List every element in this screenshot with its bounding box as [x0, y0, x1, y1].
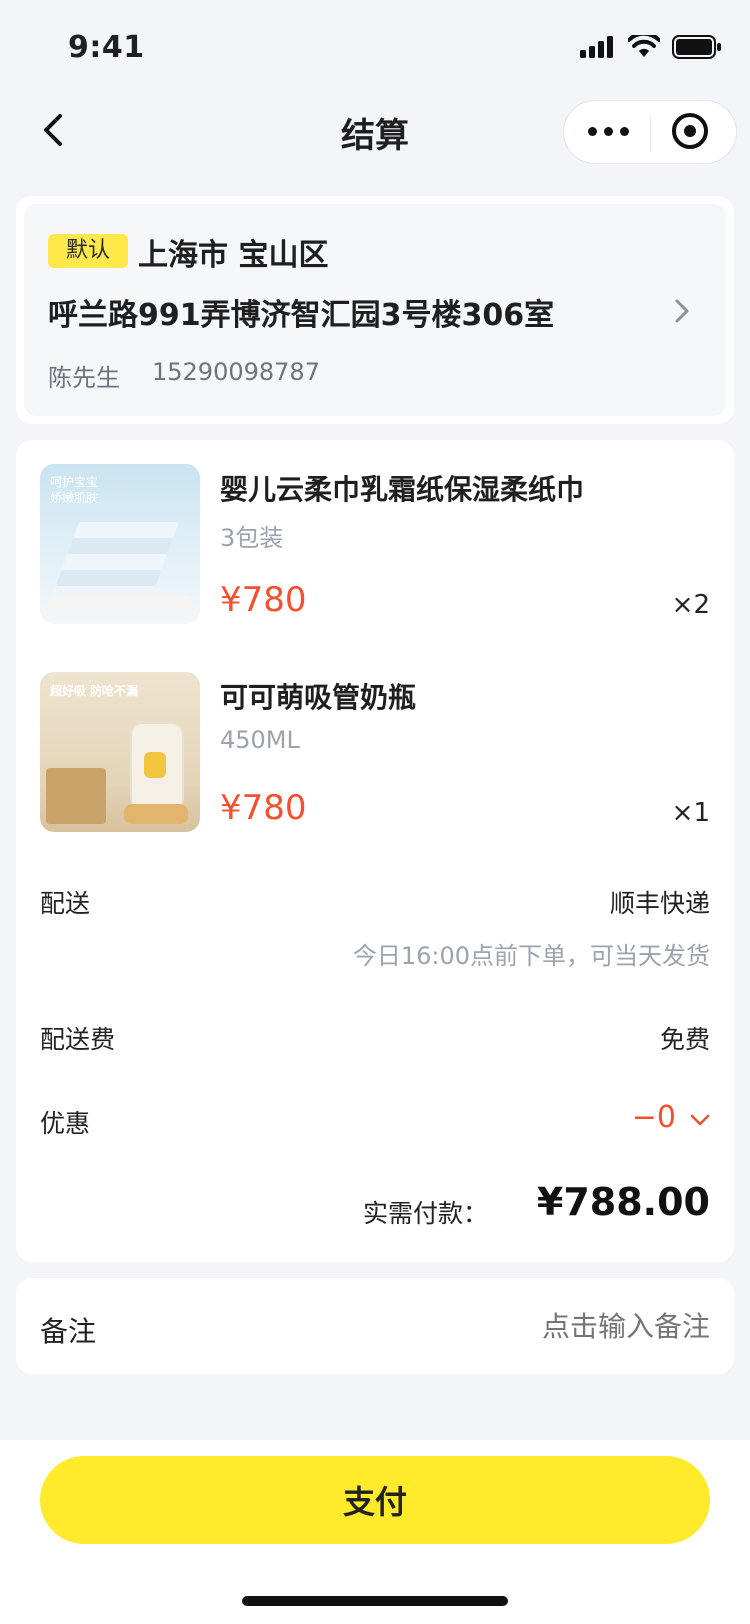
product-price: ¥780 [220, 580, 307, 620]
total-amount: ¥788.00 [536, 1180, 710, 1224]
pay-button[interactable]: 支付 [40, 1456, 710, 1544]
bottle-label-graphic [144, 752, 166, 778]
tissue-stack-graphic [73, 522, 179, 538]
discount-label: 优惠 [40, 1109, 91, 1138]
battery-icon [672, 35, 721, 59]
status-time: 9:41 [68, 30, 145, 65]
contact-phone: 15290098787 [152, 358, 320, 386]
mini-program-capsule [563, 100, 737, 164]
product-image-caption: 超好吸 防呛不漏 [50, 684, 139, 698]
home-indicator [242, 1596, 508, 1606]
remark-input[interactable] [450, 1310, 710, 1343]
more-icon[interactable] [588, 127, 629, 136]
remark-label: 备注 [40, 1315, 97, 1348]
product-image-caption: 呵护宝宝 娇嫩肌肤 [50, 475, 99, 505]
chevron-right-icon[interactable] [670, 298, 694, 324]
capsule-divider [650, 115, 651, 151]
shipping-fee-value: 免费 [659, 1025, 710, 1054]
delivery-value[interactable]: 顺丰快递 [610, 884, 710, 920]
product-image-bottle[interactable]: 超好吸 防呛不漏 [40, 672, 200, 832]
box-graphic [46, 768, 106, 824]
address-city: 上海市 宝山区 [138, 238, 329, 273]
product-spec: 3包装 [220, 524, 284, 552]
product-spec: 450ML [220, 726, 300, 754]
product-name[interactable]: 婴儿云柔巾乳霜纸保湿柔纸巾 [220, 468, 584, 508]
chevron-down-icon[interactable] [690, 1114, 710, 1126]
status-icons [580, 30, 722, 64]
signal-icon [580, 36, 613, 58]
close-target-icon[interactable] [672, 113, 708, 149]
delivery-note: 今日16:00点前下单，可当天发货 [352, 942, 710, 970]
default-badge: 默认 [48, 234, 128, 268]
product-qty: ×1 [671, 798, 710, 828]
delivery-label: 配送 [40, 889, 91, 918]
product-price: ¥780 [220, 788, 307, 828]
tissue-tray-graphic [48, 596, 192, 614]
total-label: 实需付款： [362, 1199, 488, 1228]
wifi-icon [628, 35, 660, 57]
product-image-tissue[interactable]: 呵护宝宝 娇嫩肌肤 [40, 464, 200, 624]
contact-name: 陈先生 [48, 364, 120, 392]
product-name[interactable]: 可可萌吸管奶瓶 [220, 676, 416, 716]
product-qty: ×2 [671, 590, 710, 620]
discount-value[interactable]: −0 [632, 1100, 676, 1135]
shipping-fee-label: 配送费 [40, 1025, 116, 1054]
address-street: 呼兰路991弄博济智汇园3号楼306室 [48, 298, 555, 333]
bottle-stand-graphic [124, 804, 188, 824]
